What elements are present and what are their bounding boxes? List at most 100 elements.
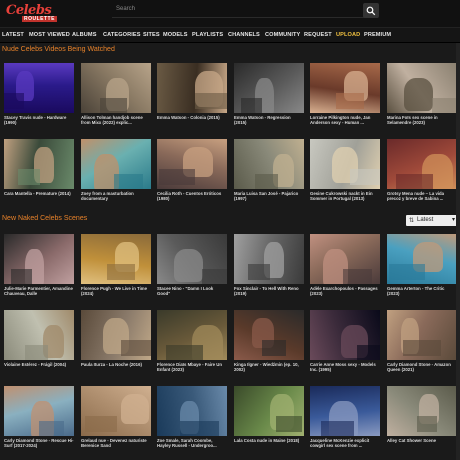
video-title[interactable]: Cara Mantella - Premature (2014) — [4, 191, 74, 196]
video-title[interactable]: Fox Sinclair - To Hell With Reno (2019) — [234, 286, 304, 297]
thumbnail-shape — [241, 98, 262, 113]
sort-icon: ⇅ — [409, 218, 415, 224]
video-thumbnail[interactable] — [310, 234, 380, 284]
thumbnail-shape — [403, 340, 441, 356]
video-thumbnail[interactable] — [387, 386, 457, 436]
nav-item-latest[interactable]: LATEST — [2, 32, 24, 38]
video-title[interactable]: Violaine Estérez - Frágil (2004) — [4, 362, 74, 367]
video-thumbnail[interactable] — [4, 234, 74, 284]
video-thumbnail[interactable] — [81, 139, 151, 189]
video-title[interactable]: Alley Cat Shower Scene — [387, 438, 457, 443]
video-thumbnail[interactable] — [157, 386, 227, 436]
video-title[interactable]: Florence Diaïs Mbaye - Faire Un Enfant (… — [157, 362, 227, 373]
thumbnail-shape — [114, 174, 143, 189]
section-title-new: New Naked Celebs Scenes — [2, 215, 88, 222]
thumbnail-shape — [11, 269, 32, 284]
nav-item-upload[interactable]: UPLOAD — [336, 32, 360, 38]
video-title[interactable]: Zoey from a masturbation documentary — [81, 191, 151, 202]
nav-item-request[interactable]: REQUEST — [304, 32, 332, 38]
video-title[interactable]: Grelaud nue - Devenez naturiste Berenice… — [81, 438, 151, 449]
video-thumbnail[interactable] — [234, 386, 304, 436]
video-title[interactable]: Lorraine Pilkington nude, Jan Anderson s… — [310, 115, 380, 126]
video-title[interactable]: Lala Costa nude in Maine (2018) — [234, 438, 304, 443]
search-input[interactable]: Search — [112, 3, 378, 18]
nav-item-most-viewed[interactable]: MOST VIEWED — [29, 32, 70, 38]
video-title[interactable]: Paula Iturza - La Noche (2016) — [81, 362, 151, 367]
thumbnail-shape — [357, 345, 380, 360]
search-button[interactable] — [363, 3, 379, 18]
video-title[interactable]: Carrie Anne Moss sexy - Models Inc. (199… — [310, 362, 380, 373]
video-title[interactable]: Emma Watson - Regression (2015) — [234, 115, 304, 126]
video-thumbnail[interactable] — [157, 139, 227, 189]
video-thumbnail[interactable] — [310, 63, 380, 113]
video-thumbnail[interactable] — [81, 234, 151, 284]
video-thumbnail[interactable] — [81, 310, 151, 360]
video-title[interactable]: Stacey Travis nude - Hardware (1990) — [4, 115, 74, 126]
nav-item-models[interactable]: MODELS — [163, 32, 188, 38]
video-title[interactable]: Stacee Nino - "Damn I Look Good" — [157, 286, 227, 297]
thumbnail-figure — [121, 394, 149, 424]
video-title[interactable]: Grotsy Mena nude – La vida precoz y brev… — [387, 191, 457, 202]
video-title[interactable]: Florence Pugh - We Live in Time (2024) — [81, 286, 151, 297]
video-thumbnail[interactable] — [4, 139, 74, 189]
video-thumbnail[interactable] — [157, 310, 227, 360]
video-thumbnail[interactable] — [157, 63, 227, 113]
thumbnail-shape — [432, 98, 457, 113]
nav-item-categories[interactable]: CATEGORIES — [103, 32, 141, 38]
video-title[interactable]: Jacqueline McKenzie explicit cowgirl sex… — [310, 438, 380, 449]
video-thumbnail[interactable] — [81, 386, 151, 436]
top-header: Celebs ROULETTE Search — [0, 0, 460, 27]
video-title[interactable]: Adèle Exarchopoulos - Passages (2023) — [310, 286, 380, 297]
nav-item-sites[interactable]: SITES — [143, 32, 160, 38]
video-title[interactable]: Kinga Ilgner - Wiedźmin (ep. 10, 2002) — [234, 362, 304, 373]
video-thumbnail[interactable] — [4, 63, 74, 113]
thumbnail-shape — [107, 264, 135, 280]
nav-item-premium[interactable]: PREMIUM — [364, 32, 391, 38]
video-thumbnail[interactable] — [310, 386, 380, 436]
video-thumbnail[interactable] — [157, 234, 227, 284]
video-thumbnail[interactable] — [387, 234, 457, 284]
video-thumbnail[interactable] — [310, 139, 380, 189]
thumbnail-shape — [18, 169, 40, 185]
video-thumbnail[interactable] — [387, 139, 457, 189]
video-title[interactable]: Maria Luisa San José - Pajarico (1997) — [234, 191, 304, 202]
site-logo[interactable]: Celebs ROULETTE — [6, 3, 58, 23]
video-title[interactable]: Gesine Cukrowski nackt in Ein Sommer in … — [310, 191, 380, 202]
thumbnail-shape — [343, 269, 372, 284]
video-thumbnail[interactable] — [4, 310, 74, 360]
thumbnail-shape — [255, 174, 278, 189]
video-thumbnail[interactable] — [4, 386, 74, 436]
video-thumbnail[interactable] — [234, 310, 304, 360]
video-title[interactable]: Carly Diamond Stone - Amazon Queen (2021… — [387, 362, 457, 373]
nav-item-albums[interactable]: ALBUMS — [72, 32, 97, 38]
search-placeholder: Search — [116, 6, 136, 12]
nav-item-community[interactable]: COMMUNITY — [265, 32, 300, 38]
video-thumbnail[interactable] — [234, 139, 304, 189]
thumbnail-shape — [202, 269, 227, 284]
video-title[interactable]: Gemma Arterton - The Critic (2023) — [387, 286, 457, 297]
thumbnail-shape — [396, 174, 433, 189]
nav-item-playlists[interactable]: PLAYLISTS — [192, 32, 223, 38]
video-title[interactable]: Julie-Marie Parmentier, Amandine Chauvea… — [4, 286, 74, 297]
video-thumbnail[interactable] — [310, 310, 380, 360]
video-thumbnail[interactable] — [81, 63, 151, 113]
video-title[interactable]: Cecilia Roth - Cuentos Eróticos (1980) — [157, 191, 227, 202]
video-title[interactable]: Allison Tolman handjob scene from Mixx (… — [81, 115, 151, 126]
thumbnail-shape — [159, 169, 195, 185]
scrollbar[interactable] — [456, 43, 460, 460]
video-title[interactable]: Marina Foïs sex scene in Selamendre (202… — [387, 115, 457, 126]
video-title[interactable]: Carly Diamond Stone - Rescue Hi-Surf (20… — [4, 438, 74, 449]
section-title-watched: Nude Celebs Videos Being Watched — [2, 46, 115, 53]
thumbnail-shape — [85, 416, 117, 432]
video-thumbnail[interactable] — [387, 310, 457, 360]
video-thumbnail[interactable] — [234, 63, 304, 113]
thumbnail-shape — [350, 169, 380, 185]
video-thumbnail[interactable] — [387, 63, 457, 113]
video-thumbnail[interactable] — [234, 234, 304, 284]
main-nav: LATEST MOST VIEWED ALBUMS CATEGORIES SIT… — [0, 27, 460, 43]
nav-item-channels[interactable]: CHANNELS — [228, 32, 260, 38]
video-title[interactable]: Emma Watson - Colonia (2015) — [157, 115, 227, 120]
sort-select[interactable]: ⇅ Latest ▾ — [406, 215, 458, 226]
video-title[interactable]: Zoe Smale, Sarah Coombe, Hayley Russell … — [157, 438, 227, 449]
thumbnail-shape — [276, 416, 302, 432]
